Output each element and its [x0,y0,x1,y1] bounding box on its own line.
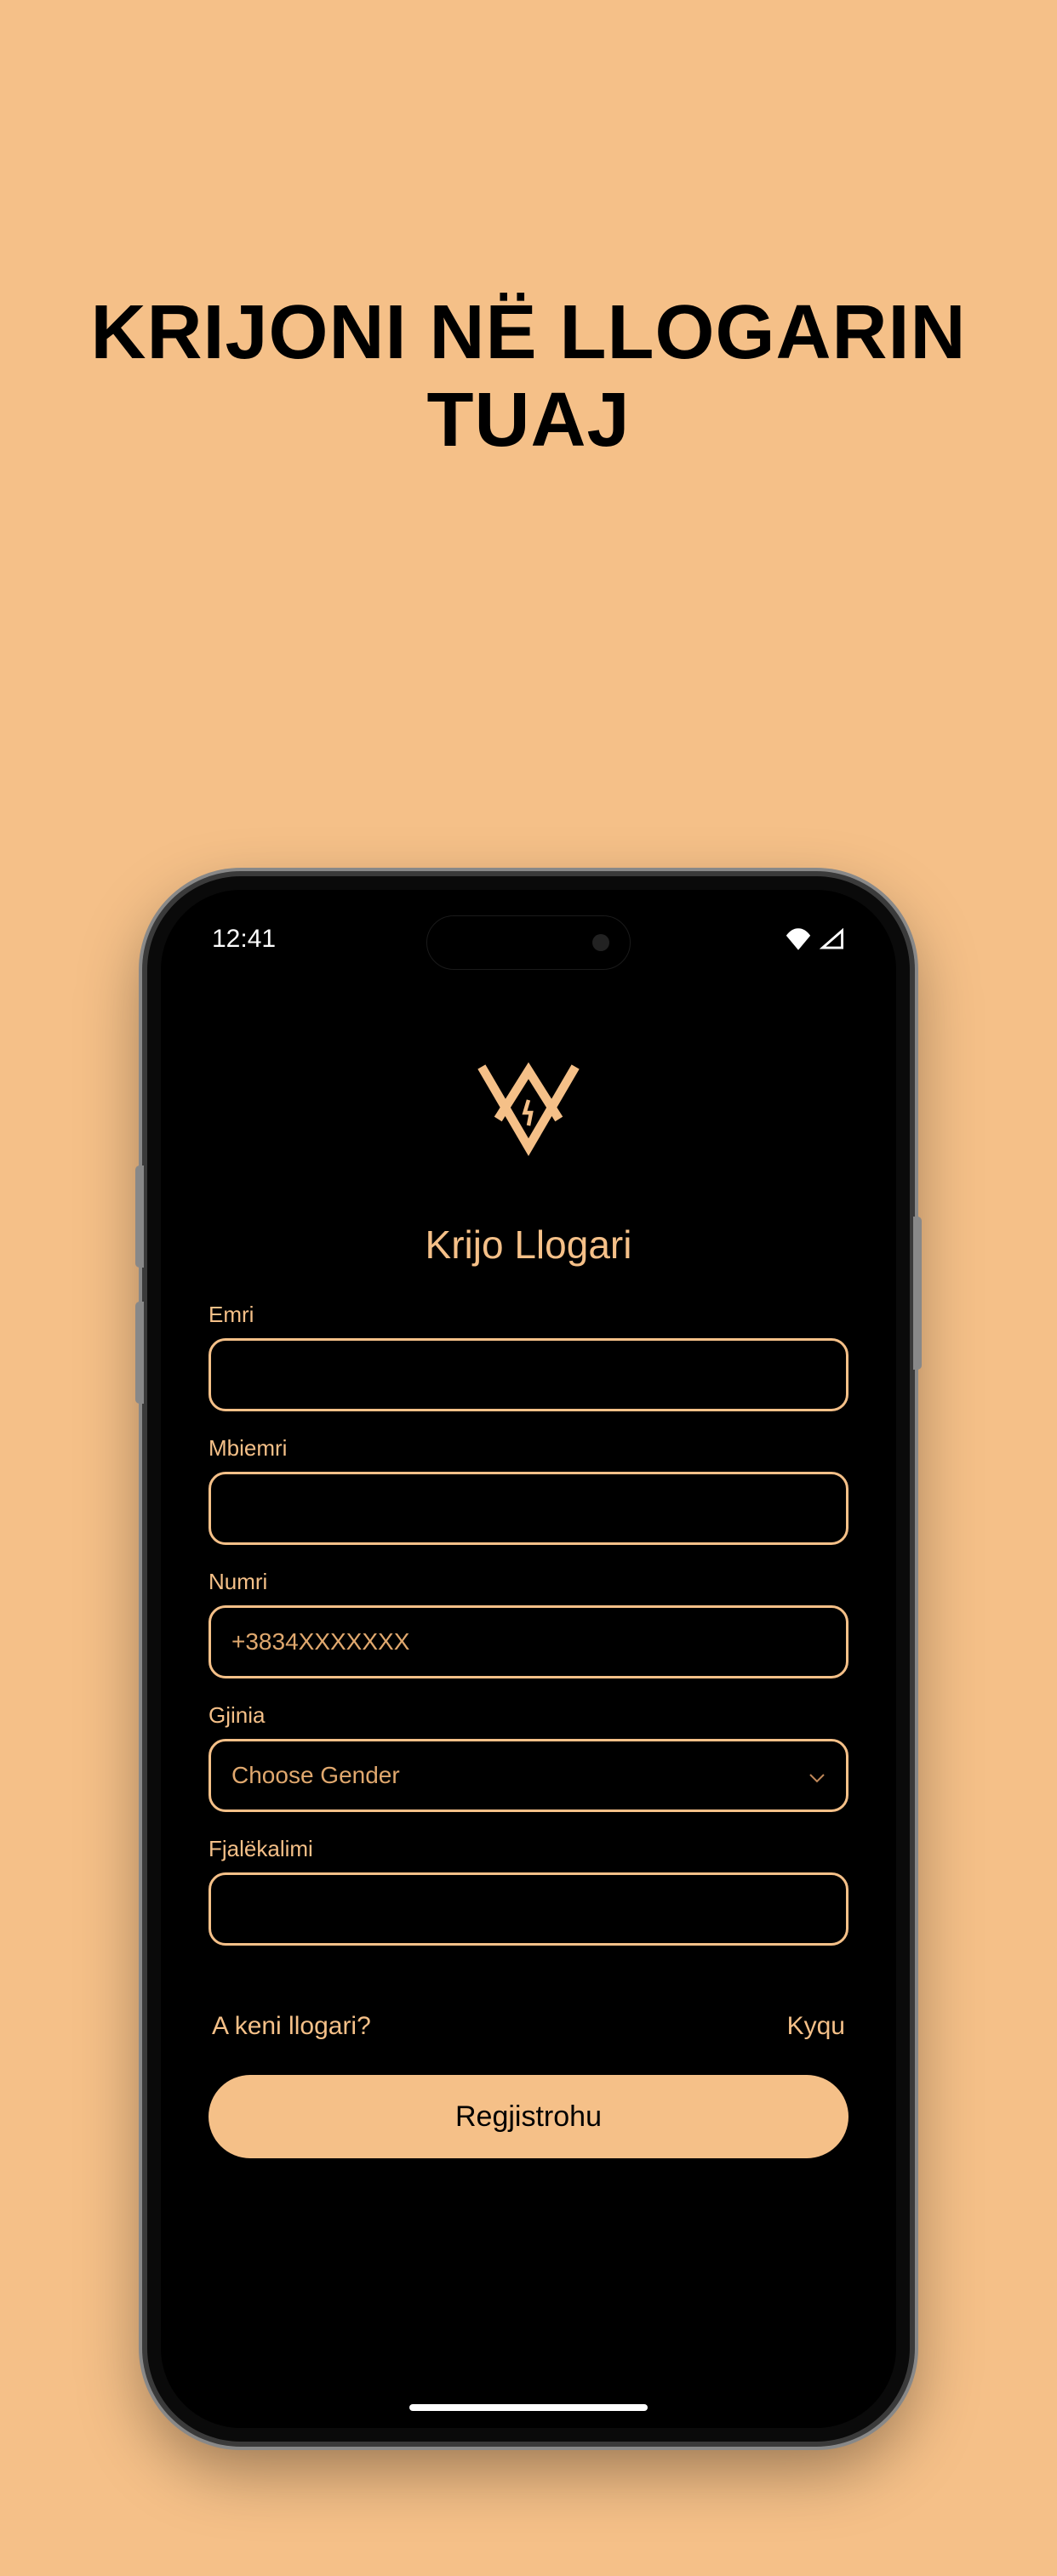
login-link[interactable]: Kyqu [787,2012,845,2041]
status-time: 12:41 [212,925,276,954]
app-content: Krijo Llogari Emri Mbiemri Numri Gjinia [161,1017,896,2428]
status-icons [784,928,845,950]
cellular-icon [820,928,845,950]
register-button[interactable]: Regjistrohu [209,2075,848,2158]
phone-power-button [913,1217,922,1370]
phone-label: Numri [209,1569,848,1595]
phone-device-frame: 12:41 [147,876,910,2442]
phone-input[interactable] [209,1605,848,1678]
last-name-field-group: Mbiemri [209,1435,848,1545]
phone-volume-down-button [135,1302,144,1404]
dynamic-island [426,915,631,970]
camera-icon [592,934,609,951]
gender-label: Gjinia [209,1702,848,1729]
gender-selected-value: Choose Gender [231,1762,400,1789]
login-prompt-text: A keni llogari? [212,2012,371,2041]
last-name-label: Mbiemri [209,1435,848,1462]
password-label: Fjalëkalimi [209,1836,848,1862]
login-prompt-row: A keni llogari? Kyqu [209,2012,848,2041]
app-logo [465,1051,592,1179]
screen-title: Krijo Llogari [426,1222,632,1268]
phone-volume-up-button [135,1165,144,1268]
gender-select[interactable]: Choose Gender [209,1739,848,1812]
home-indicator[interactable] [409,2404,648,2411]
chevron-down-icon [808,1762,826,1789]
phone-screen: 12:41 [161,890,896,2428]
first-name-label: Emri [209,1302,848,1328]
registration-form: Emri Mbiemri Numri Gjinia Choose Gender [209,1302,848,2158]
first-name-input[interactable] [209,1338,848,1411]
gender-field-group: Gjinia Choose Gender [209,1702,848,1812]
marketing-headline: KRIJONI NË LLOGARIN TUAJ [0,289,1057,464]
last-name-input[interactable] [209,1472,848,1545]
phone-field-group: Numri [209,1569,848,1678]
password-input[interactable] [209,1872,848,1946]
wifi-icon [784,928,813,950]
password-field-group: Fjalëkalimi [209,1836,848,1946]
first-name-field-group: Emri [209,1302,848,1411]
